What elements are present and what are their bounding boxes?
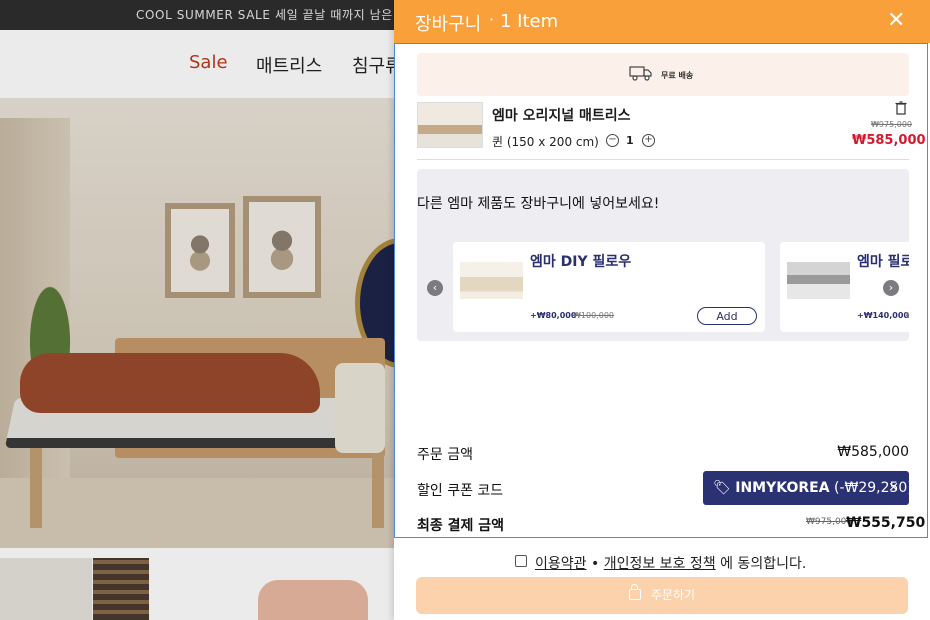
product-size: 퀸 (150 x 200 cm): [492, 135, 599, 149]
total-price: ₩555,750: [846, 515, 926, 531]
product-image: [787, 262, 850, 299]
product-thumbnail: [417, 102, 483, 148]
original-price: ₩975,000: [871, 120, 912, 129]
product-card-original-price: ₩: [906, 311, 909, 320]
coupon-code: INMYKOREA: [735, 480, 830, 496]
coupon-label: 할인 쿠폰 코드: [417, 483, 504, 499]
cart-header: 장바구니 · 1 Item ✕: [394, 0, 930, 43]
terms-checkbox[interactable]: [515, 555, 527, 567]
shipping-label: 무료 배송: [661, 71, 694, 80]
lock-icon: [628, 584, 641, 600]
subtotal-value: ₩585,000: [837, 444, 909, 460]
item-count: 1 Item: [500, 11, 559, 32]
terms-link[interactable]: 이용약관: [535, 556, 587, 572]
subtotal-label: 주문 금액: [417, 447, 473, 463]
total-label: 최종 결제 금액: [417, 518, 505, 534]
cart-drawer: 장바구니 · 1 Item ✕ 무료 배송 엠마 오리지널 매트리스 퀸 (15…: [394, 0, 930, 620]
terms-dot: •: [586, 556, 604, 572]
truck-icon: [629, 66, 652, 81]
sale-price: ₩585,000: [852, 133, 926, 148]
recommendation-panel: 다른 엠마 제품도 장바구니에 넣어보세요! 엠마 DIY 필로우 +₩80,0…: [417, 169, 909, 341]
divider: [417, 159, 909, 160]
close-icon[interactable]: ✕: [887, 8, 905, 33]
product-name: 엠마 오리지널 매트리스: [492, 108, 631, 124]
terms-suffix: 에 동의합니다.: [715, 556, 807, 572]
cart-body: 무료 배송 엠마 오리지널 매트리스 퀸 (150 x 200 cm) − 1 …: [394, 43, 928, 538]
applied-coupon-chip: 🏷 INMYKOREA (-₩29,250) ×: [703, 471, 913, 505]
trash-icon[interactable]: [895, 101, 907, 115]
title-separator: ·: [489, 10, 495, 29]
product-card-original-price: ₩100,000: [573, 311, 614, 320]
carousel-next-icon[interactable]: ›: [883, 280, 899, 296]
order-button-label: 주문하기: [650, 588, 696, 602]
recommendation-heading: 다른 엠마 제품도 장바구니에 넣어보세요!: [417, 196, 660, 212]
cart-title: 장바구니: [415, 14, 482, 35]
free-shipping-banner: 무료 배송: [417, 53, 909, 96]
subtotal-row: 주문 금액 ₩585,000: [417, 444, 909, 464]
privacy-link[interactable]: 개인정보 보호 정책: [604, 556, 716, 572]
qty-value: 1: [626, 134, 634, 147]
tag-icon: 🏷: [713, 480, 731, 496]
product-card-name: 엠마 필로: [857, 254, 909, 270]
coupon-discount: (-₩29,250): [833, 480, 913, 496]
product-card[interactable]: 엠마 DIY 필로우 +₩80,000 ₩100,000 Add: [453, 242, 765, 332]
qty-increase-button[interactable]: +: [642, 134, 655, 147]
order-button[interactable]: 주문하기: [416, 577, 908, 614]
product-card-name: 엠마 DIY 필로우: [530, 254, 632, 270]
add-button[interactable]: Add: [697, 307, 757, 325]
product-card-price: +₩140,000: [857, 311, 909, 320]
remove-coupon-icon[interactable]: ×: [888, 471, 899, 505]
qty-decrease-button[interactable]: −: [606, 134, 619, 147]
terms-agreement: 이용약관 • 개인정보 보호 정책 에 동의합니다.: [515, 553, 806, 573]
carousel-prev-icon[interactable]: ‹: [427, 280, 443, 296]
product-card-price: +₩80,000: [530, 311, 577, 320]
product-image: [460, 262, 523, 299]
